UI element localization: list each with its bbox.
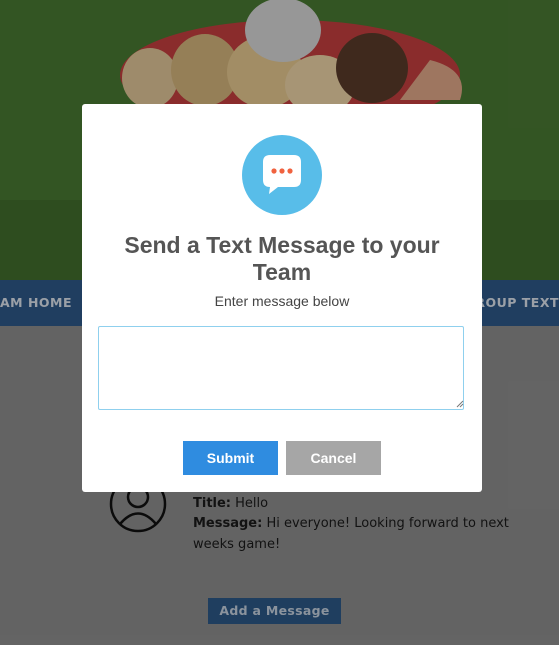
send-text-modal: Send a Text Message to your Team Enter m… xyxy=(82,104,482,492)
resize-grip-icon[interactable] xyxy=(456,400,464,408)
submit-button[interactable]: Submit xyxy=(183,441,278,475)
message-textarea[interactable] xyxy=(98,326,464,410)
modal-subtitle: Enter message below xyxy=(214,293,350,309)
chat-bubble-icon xyxy=(242,135,322,215)
cancel-button[interactable]: Cancel xyxy=(286,441,381,475)
modal-title: Send a Text Message to your Team xyxy=(124,232,440,285)
